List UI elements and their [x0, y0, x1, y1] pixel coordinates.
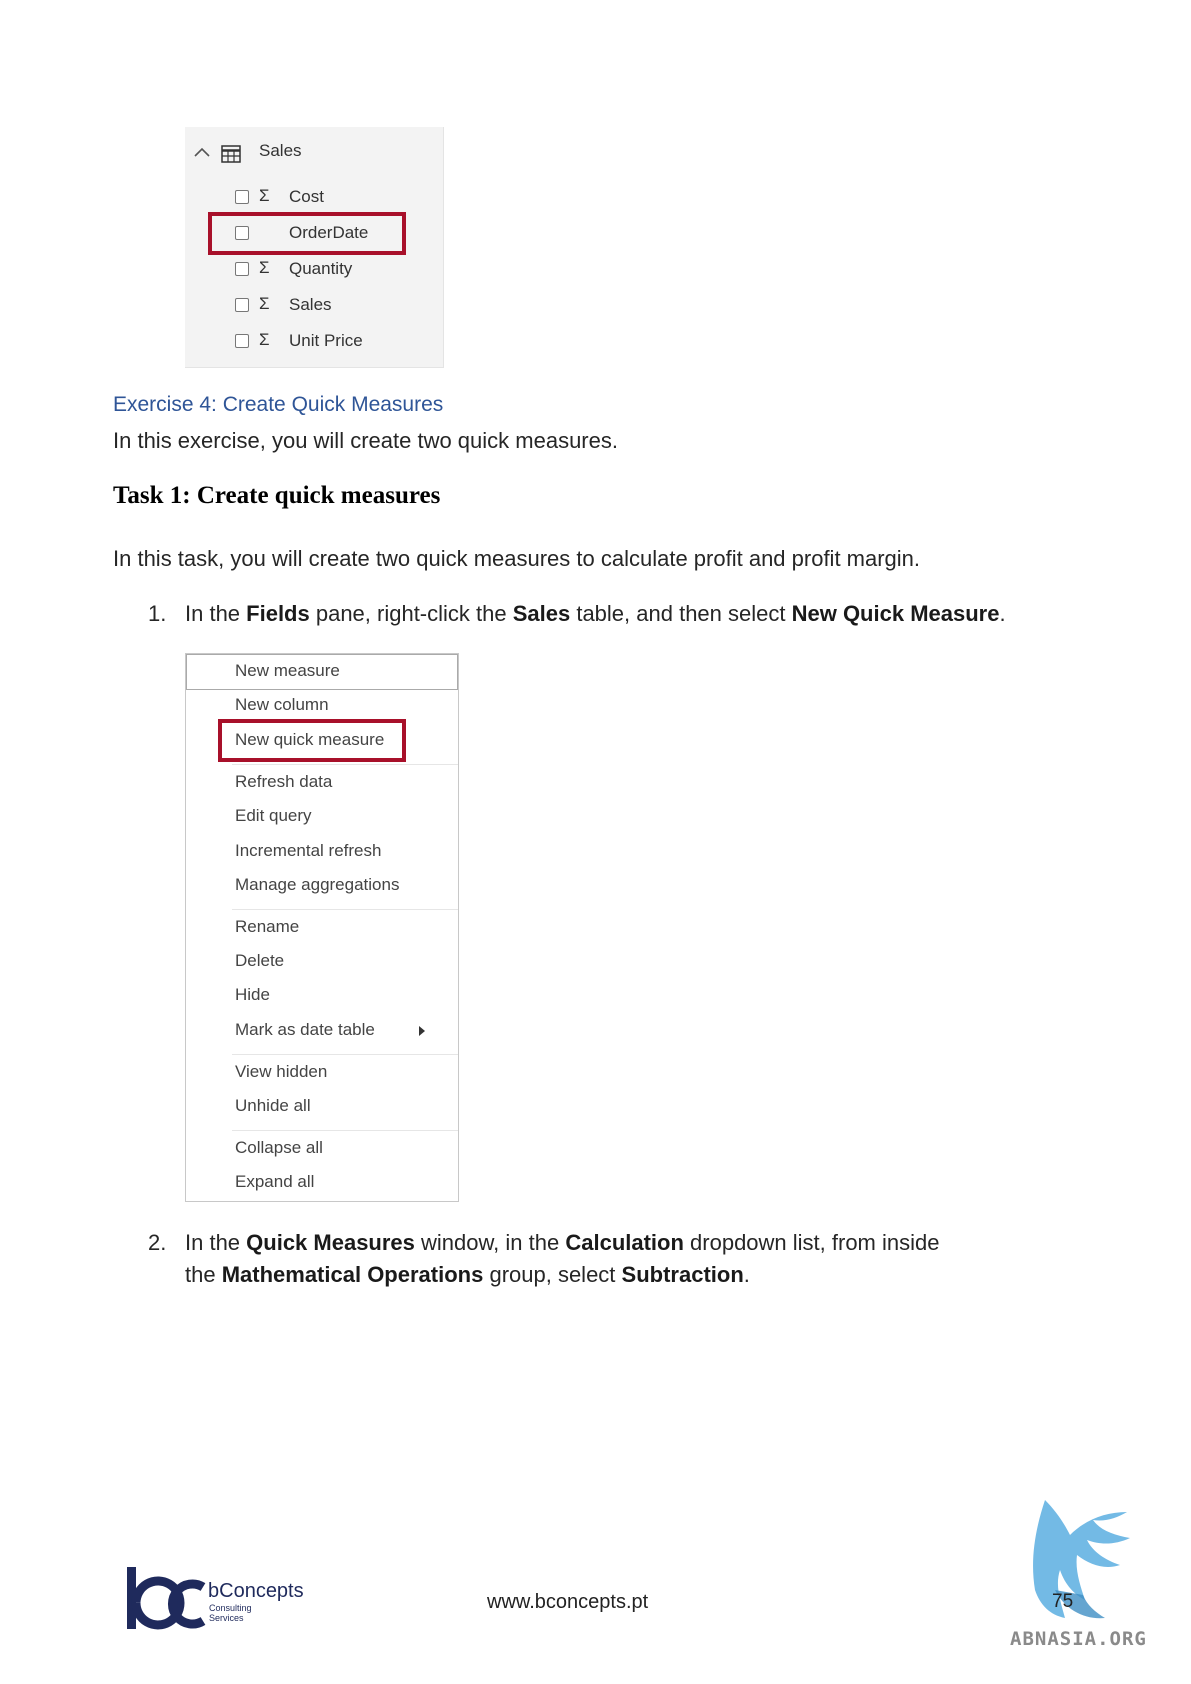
bconcepts-logo: bConcepts Consulting Services — [127, 1567, 304, 1630]
chevron-up-icon — [194, 147, 210, 157]
field-label-cost[interactable]: Cost — [289, 187, 324, 207]
context-menu-screenshot: New measure New column New quick measure… — [185, 653, 459, 1202]
menu-item-mark-as-date-table[interactable]: Mark as date table — [235, 1020, 375, 1040]
field-label-quantity[interactable]: Quantity — [289, 259, 352, 279]
menu-item-unhide-all[interactable]: Unhide all — [235, 1096, 311, 1116]
watermark-bird-icon — [1033, 1500, 1130, 1619]
sigma-icon: Σ — [259, 186, 270, 205]
menu-item-edit-query[interactable]: Edit query — [235, 806, 312, 826]
fields-pane-screenshot: Sales Σ Cost OrderDate Σ Quantity Σ Sale… — [185, 127, 444, 368]
menu-item-view-hidden[interactable]: View hidden — [235, 1062, 327, 1082]
field-checkbox-quantity[interactable] — [235, 262, 249, 276]
menu-item-refresh-data[interactable]: Refresh data — [235, 772, 332, 792]
field-label-sales[interactable]: Sales — [289, 295, 332, 315]
menu-separator — [232, 1054, 458, 1055]
watermark-text: ABNASIA.ORG — [1010, 1628, 1147, 1650]
step-number: 2. — [148, 1230, 167, 1255]
brand-sub-1: Consulting — [209, 1603, 252, 1613]
sigma-icon: Σ — [259, 258, 270, 277]
step-2-line-2: the Mathematical Operations group, selec… — [185, 1262, 750, 1287]
task-heading: Task 1: Create quick measures — [113, 482, 441, 509]
menu-separator — [232, 1130, 458, 1131]
menu-item-hide[interactable]: Hide — [235, 985, 270, 1005]
menu-separator — [232, 764, 458, 765]
step-number: 1. — [148, 601, 167, 626]
page-number: 75 — [1052, 1591, 1074, 1612]
field-label-unit-price[interactable]: Unit Price — [289, 331, 363, 351]
table-header[interactable] — [193, 140, 211, 164]
menu-item-collapse-all[interactable]: Collapse all — [235, 1138, 323, 1158]
step-1-text: In the Fields pane, right-click the Sale… — [185, 601, 1006, 626]
highlight-box-orderdate — [208, 212, 406, 255]
menu-item-incremental-refresh[interactable]: Incremental refresh — [235, 841, 381, 861]
table-name[interactable]: Sales — [259, 141, 302, 161]
table-icon — [221, 145, 241, 163]
footer-url: www.bconcepts.pt — [487, 1591, 649, 1613]
sigma-icon: Σ — [259, 294, 270, 313]
sigma-icon: Σ — [259, 330, 270, 349]
task-intro: In this task, you will create two quick … — [113, 546, 921, 571]
menu-item-delete[interactable]: Delete — [235, 951, 284, 971]
menu-item-rename[interactable]: Rename — [235, 917, 299, 937]
field-checkbox-cost[interactable] — [235, 190, 249, 204]
menu-item-expand-all[interactable]: Expand all — [235, 1172, 314, 1192]
brand-sub-2: Services — [209, 1613, 244, 1623]
field-checkbox-sales[interactable] — [235, 298, 249, 312]
brand-name: bConcepts — [208, 1580, 304, 1602]
exercise-intro: In this exercise, you will create two qu… — [113, 428, 618, 453]
menu-item-manage-aggregations[interactable]: Manage aggregations — [235, 875, 399, 895]
exercise-title: Exercise 4: Create Quick Measures — [113, 393, 444, 416]
menu-item-new-measure[interactable]: New measure — [235, 661, 340, 681]
highlight-box-new-quick-measure — [218, 719, 406, 762]
step-2-line-1: In the Quick Measures window, in the Cal… — [185, 1230, 940, 1255]
menu-separator — [232, 909, 458, 910]
field-checkbox-unit-price[interactable] — [235, 334, 249, 348]
submenu-arrow-icon — [419, 1026, 425, 1036]
menu-item-new-column[interactable]: New column — [235, 695, 329, 715]
